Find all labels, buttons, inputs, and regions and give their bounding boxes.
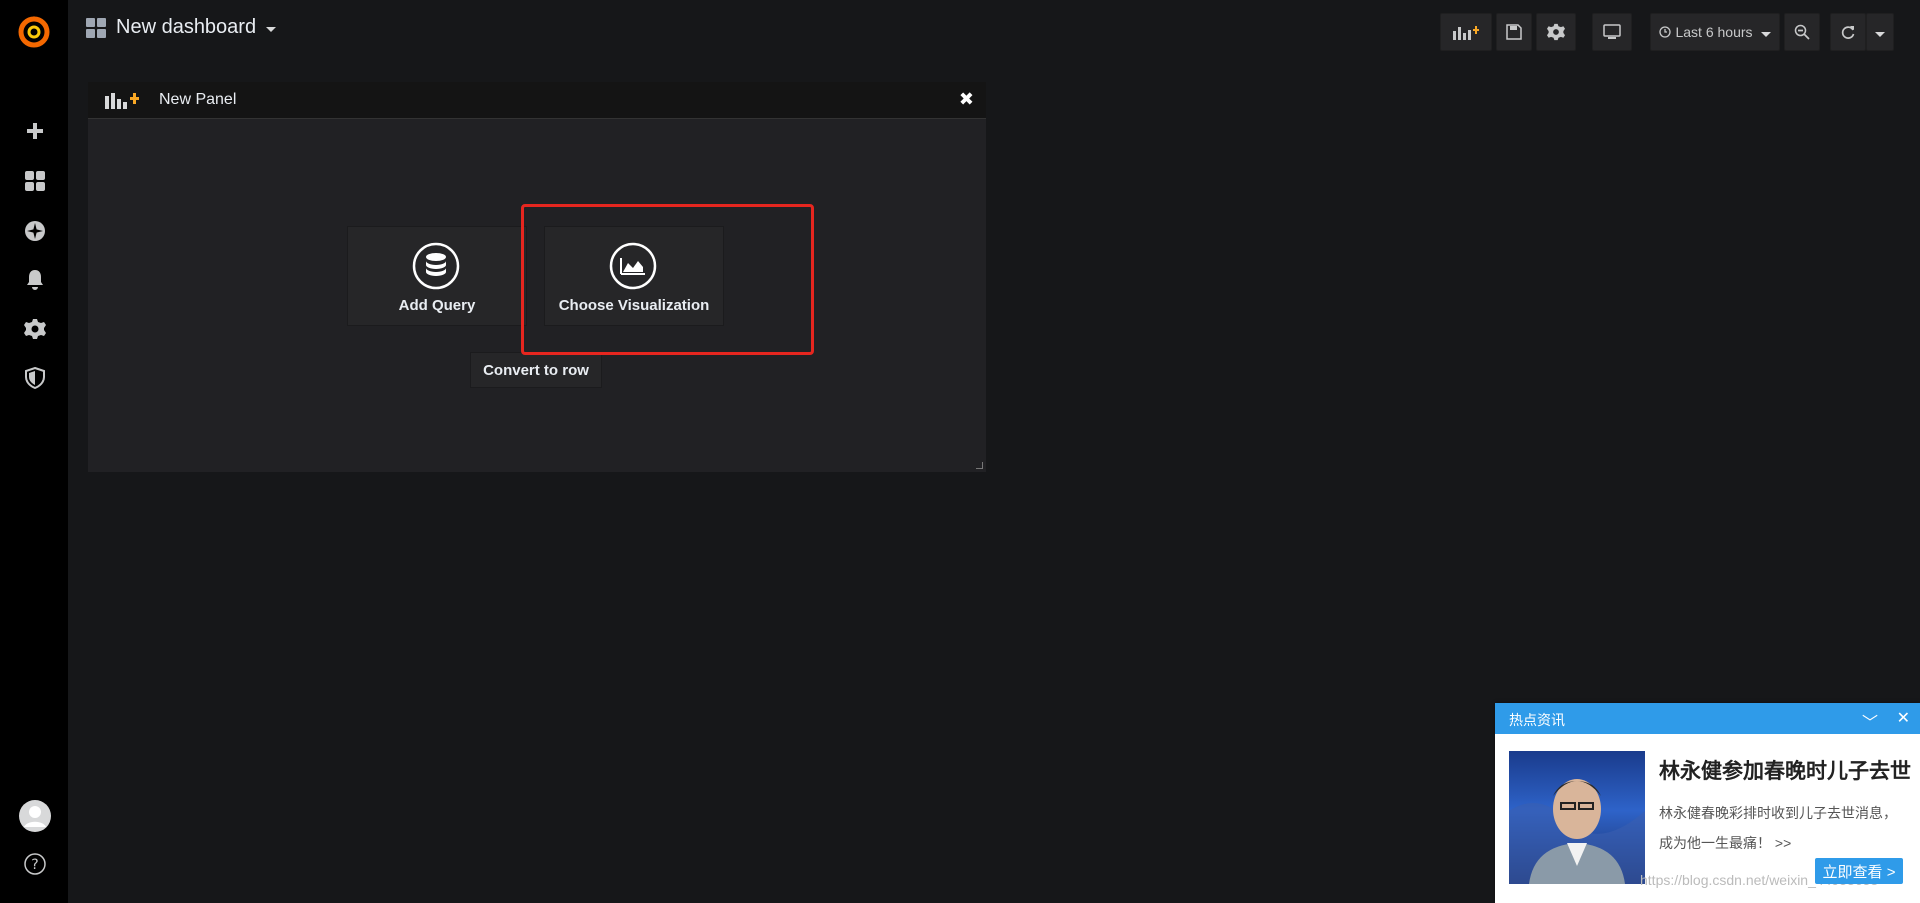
add-query-button[interactable]: Add Query [347,226,527,326]
refresh-button[interactable] [1830,13,1866,51]
popup-header: 热点资讯 ﹀ ✕ [1495,703,1920,734]
shield-icon[interactable] [20,363,50,393]
convert-to-row-button[interactable]: Convert to row [470,352,602,388]
dashboards-icon[interactable] [20,166,50,196]
time-range-label: Last 6 hours [1675,24,1753,40]
avatar-icon[interactable] [18,799,52,833]
refresh-icon [1841,26,1855,39]
top-navbar: New dashboard Last 6 hours [68,0,1920,62]
close-icon[interactable]: ✖ [959,89,974,110]
sidebar: ? [0,0,68,903]
dashboard-title: New dashboard [116,16,257,38]
news-headline[interactable]: 林永健参加春晚时儿子去世 [1659,755,1911,785]
zoom-out-icon [1794,24,1810,40]
grafana-logo-icon[interactable] [14,12,54,52]
chevron-down-icon [1760,31,1771,37]
choose-visualization-label: Choose Visualization [558,297,710,314]
resize-handle[interactable] [976,462,983,469]
chevron-down-icon [1875,31,1885,37]
help-icon[interactable]: ? [20,849,50,879]
time-picker-button[interactable]: Last 6 hours [1650,13,1780,51]
news-body: 林永健春晚彩排时收到儿子去世消息，成为他一生最痛！ >> [1659,805,1897,851]
chevron-down-icon [266,27,277,32]
panel-header: New Panel ✖ [88,82,986,119]
new-panel: New Panel ✖ Add Query Choose Visualizati… [88,82,986,472]
gear-icon [1547,23,1565,41]
save-button[interactable] [1496,13,1532,51]
panel-title: New Panel [159,91,237,108]
refresh-interval-button[interactable] [1866,13,1894,51]
cycle-view-button[interactable] [1592,13,1632,51]
close-icon[interactable]: ✕ [1897,708,1910,728]
choose-visualization-button[interactable]: Choose Visualization [544,226,724,326]
add-query-label: Add Query [398,297,476,314]
zoom-out-button[interactable] [1784,13,1820,51]
monitor-icon [1603,24,1621,39]
explore-icon[interactable] [20,216,50,246]
area-chart-icon [609,242,657,290]
settings-button[interactable] [1536,13,1576,51]
news-popup: 热点资讯 ﹀ ✕ 林永健参加春晚时儿子去世 林永健春晚彩排时收到儿子去世消息，成… [1495,703,1920,903]
dashboard-picker[interactable]: New dashboard [86,16,277,39]
svg-text:?: ? [31,857,38,873]
bell-icon[interactable] [20,265,50,295]
save-icon [1506,24,1522,40]
add-panel-icon [105,93,139,109]
clock-icon [1659,26,1672,38]
add-panel-button[interactable] [1440,13,1492,51]
popup-title: 热点资讯 [1509,712,1565,728]
dashboard-grid-icon [86,17,106,38]
chevron-down-icon[interactable]: ﹀ [1862,709,1878,733]
view-now-button[interactable]: 立即查看 > [1815,858,1903,884]
news-photo[interactable] [1509,751,1645,884]
add-panel-icon [1453,26,1479,40]
plus-icon[interactable] [20,116,50,146]
gear-icon[interactable] [20,314,50,344]
database-icon [412,242,460,290]
